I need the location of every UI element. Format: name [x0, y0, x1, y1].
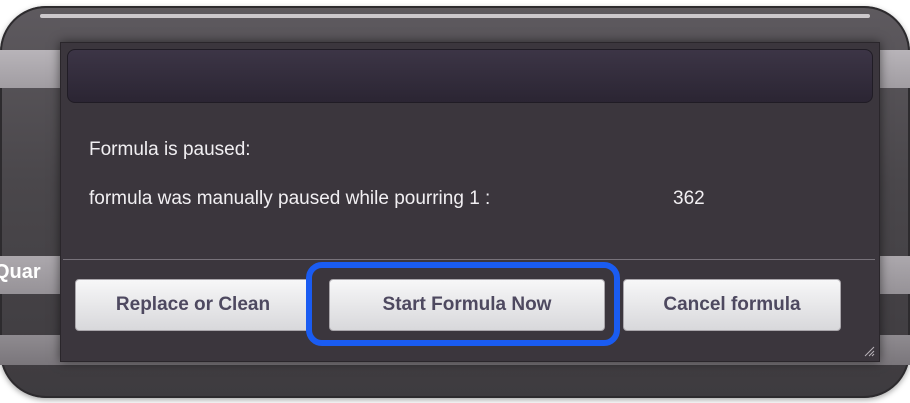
background-column-header: Quar	[0, 261, 41, 283]
cancel-formula-button[interactable]: Cancel formula	[623, 279, 841, 331]
frame-highlight	[40, 14, 870, 18]
replace-or-clean-button[interactable]: Replace or Clean	[75, 279, 311, 331]
paused-value: 362	[673, 188, 705, 209]
resize-grip-icon[interactable]	[863, 345, 875, 357]
dialog-message-detail: formula was manually paused while pourri…	[89, 188, 491, 209]
dialog-message-title: Formula is paused:	[89, 139, 251, 160]
dialog-titlebar[interactable]	[67, 49, 873, 103]
start-button-highlight	[306, 262, 620, 346]
dialog-separator	[63, 259, 875, 260]
